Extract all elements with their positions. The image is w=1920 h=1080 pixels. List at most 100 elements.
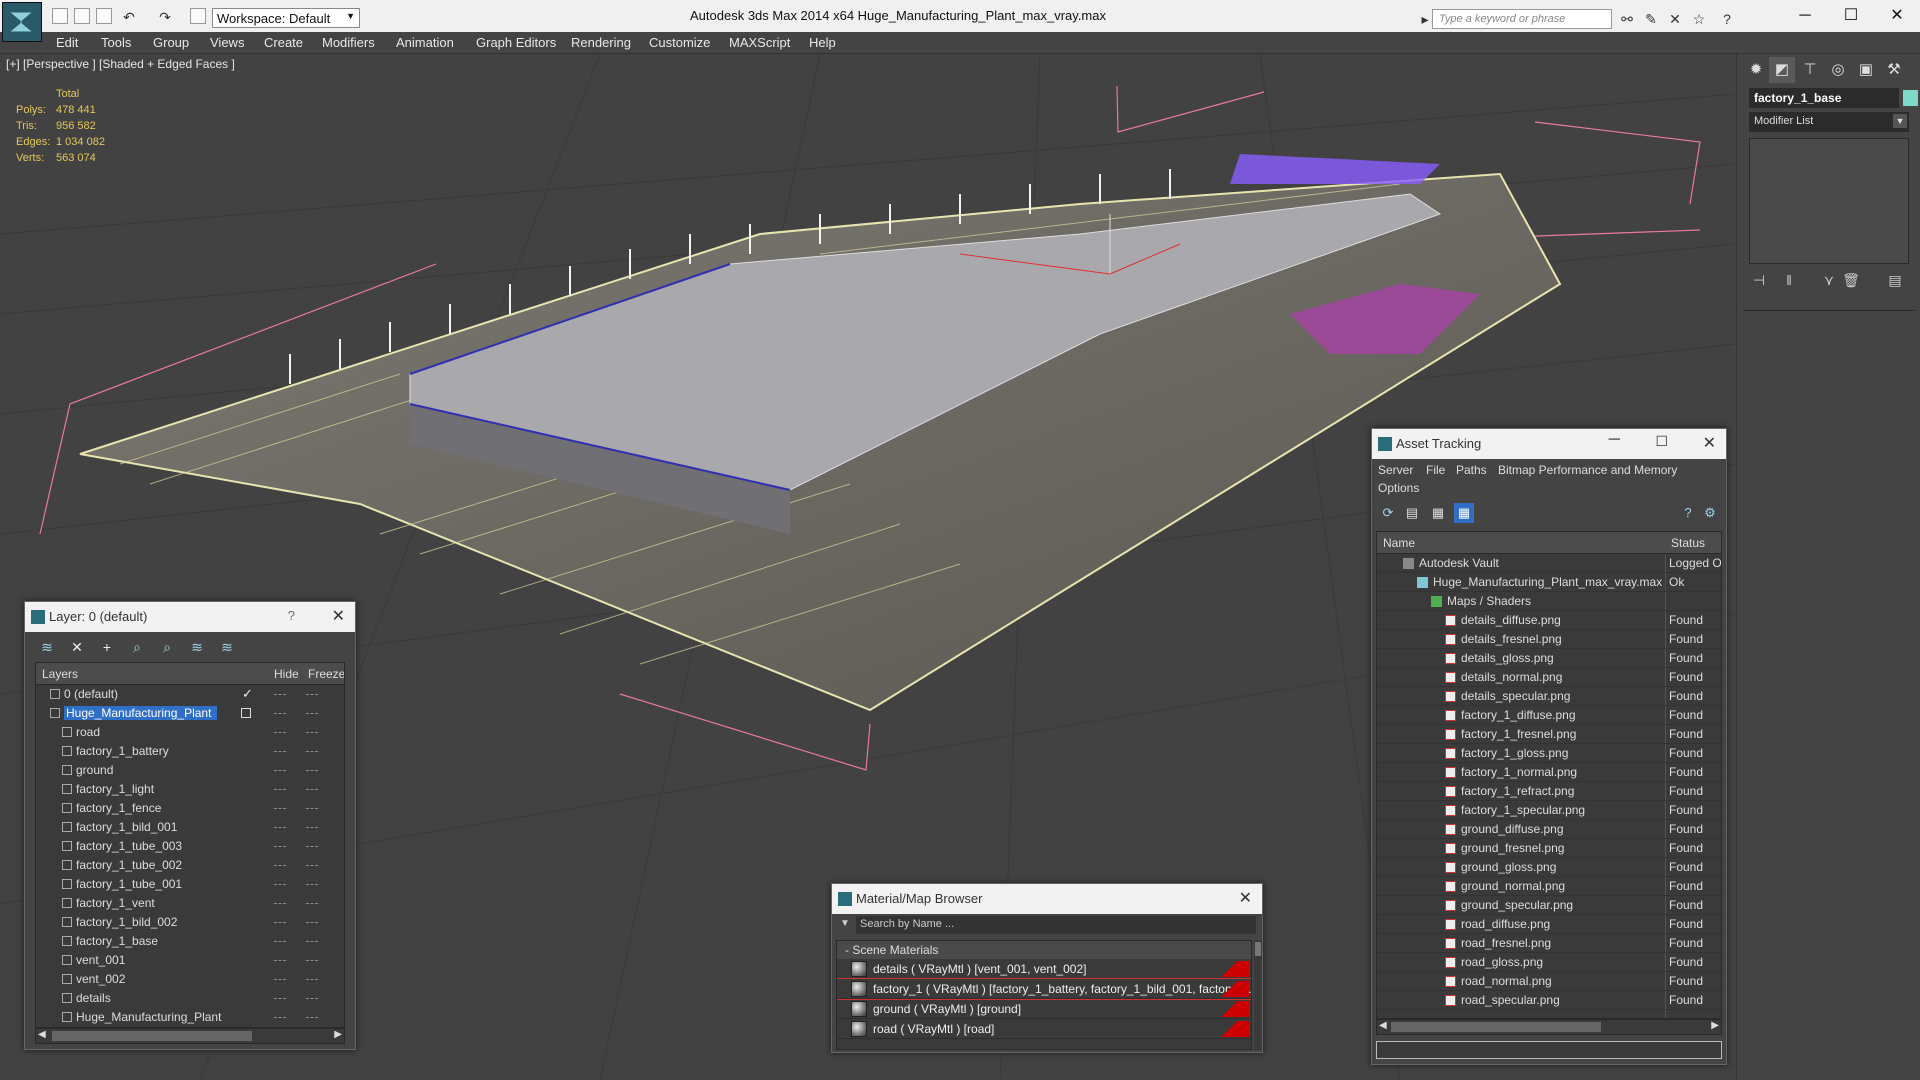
asset-menu-bitmap[interactable]: Bitmap Performance and Memory [1498, 463, 1677, 477]
hide-toggle[interactable] [274, 751, 286, 752]
freeze-toggle[interactable] [306, 751, 318, 752]
save-file-icon[interactable] [96, 8, 112, 24]
maximize-icon[interactable]: ☐ [1655, 433, 1668, 450]
col-layers[interactable]: Layers [42, 667, 78, 681]
current-layer-check-icon[interactable]: ✓ [242, 686, 253, 702]
col-status[interactable]: Status [1671, 536, 1705, 550]
pin-stack-icon[interactable]: ⊣ [1749, 270, 1769, 290]
menu-modifiers[interactable]: Modifiers [322, 35, 375, 50]
freeze-toggle[interactable] [306, 941, 318, 942]
create-tab-icon[interactable]: ✹ [1743, 57, 1769, 83]
material-row[interactable]: details ( VRayMtl ) [vent_001, vent_002] [837, 959, 1251, 979]
menu-help[interactable]: Help [809, 35, 836, 50]
utilities-tab-icon[interactable]: ⚒ [1881, 57, 1907, 83]
asset-hscrollbar[interactable]: ◀ ▶ [1376, 1019, 1722, 1035]
layer-row[interactable]: details [36, 989, 344, 1008]
freeze-toggle[interactable] [306, 998, 318, 999]
set-current-checkbox[interactable] [241, 708, 251, 718]
hierarchy-tab-icon[interactable]: ⊤ [1797, 57, 1823, 83]
asset-row[interactable]: details_gloss.png Found [1377, 649, 1721, 668]
modify-tab-icon[interactable]: ◩ [1769, 57, 1795, 83]
layer-name[interactable]: details [76, 991, 111, 1005]
remove-modifier-icon[interactable]: 🗑 [1841, 270, 1861, 290]
asset-menu-file[interactable]: File [1426, 463, 1445, 477]
material-row[interactable]: factory_1 ( VRayMtl ) [factory_1_battery… [837, 978, 1251, 1000]
layer-row[interactable]: vent_001 [36, 951, 344, 970]
asset-row[interactable]: ground_normal.png Found [1377, 877, 1721, 896]
create-layer-icon[interactable]: ≋ [37, 637, 57, 657]
add-to-layer-icon[interactable]: + [97, 637, 117, 657]
hide-toggle[interactable] [274, 713, 286, 714]
freeze-toggle[interactable] [306, 808, 318, 809]
asset-row[interactable]: ground_specular.png Found [1377, 896, 1721, 915]
open-file-icon[interactable] [74, 8, 90, 24]
hide-toggle[interactable] [274, 865, 286, 866]
menu-animation[interactable]: Animation [396, 35, 454, 50]
asset-row[interactable]: details_diffuse.png Found [1377, 611, 1721, 630]
asset-row[interactable]: road_normal.png Found [1377, 972, 1721, 991]
options-arrow-icon[interactable]: ▼ [840, 918, 850, 929]
minimize-button[interactable]: ─ [1782, 4, 1828, 28]
layer-row[interactable]: factory_1_battery [36, 742, 344, 761]
scroll-thumb[interactable] [1255, 942, 1261, 956]
object-color-swatch[interactable] [1903, 90, 1918, 106]
layer-window-titlebar[interactable]: Layer: 0 (default) ? ✕ [25, 602, 355, 632]
layer-hscrollbar[interactable]: ◀ ▶ [35, 1028, 345, 1044]
freeze-toggle[interactable] [306, 694, 318, 695]
help-icon[interactable]: ? [288, 608, 295, 623]
material-vscrollbar[interactable] [1254, 940, 1262, 1050]
make-unique-icon[interactable]: ⋎ [1819, 270, 1839, 290]
help-icon[interactable]: ? [1718, 10, 1736, 28]
hide-toggle[interactable] [274, 827, 286, 828]
hide-toggle[interactable] [274, 979, 286, 980]
freeze-toggle[interactable] [306, 846, 318, 847]
layer-row[interactable]: 0 (default) ✓ [36, 685, 344, 704]
settings-icon[interactable]: ⚙ [1700, 503, 1720, 523]
layer-name[interactable]: factory_1_bild_001 [76, 820, 177, 834]
hide-toggle[interactable] [274, 960, 286, 961]
asset-row[interactable]: factory_1_refract.png Found [1377, 782, 1721, 801]
delete-layer-icon[interactable]: ✕ [67, 637, 87, 657]
asset-row[interactable]: road_specular.png Found [1377, 991, 1721, 1010]
asset-row[interactable]: road_diffuse.png Found [1377, 915, 1721, 934]
menu-edit[interactable]: Edit [56, 35, 78, 50]
layer-row[interactable]: factory_1_tube_002 [36, 856, 344, 875]
layer-name[interactable]: factory_1_tube_003 [76, 839, 182, 853]
menu-rendering[interactable]: Rendering [571, 35, 631, 50]
hide-toggle[interactable] [274, 884, 286, 885]
motion-tab-icon[interactable]: ◎ [1825, 57, 1851, 83]
layer-row[interactable]: vent_002 [36, 970, 344, 989]
maximize-button[interactable]: ☐ [1828, 4, 1874, 28]
minimize-icon[interactable]: ─ [1609, 431, 1620, 449]
close-icon[interactable]: ✕ [332, 606, 345, 626]
freeze-toggle[interactable] [306, 884, 318, 885]
layer-row[interactable]: factory_1_fence [36, 799, 344, 818]
hide-toggle[interactable] [274, 1017, 286, 1018]
workspace-dropdown[interactable]: Workspace: Default ▼ [212, 8, 360, 28]
freeze-toggle[interactable] [306, 713, 318, 714]
col-freeze[interactable]: Freeze [308, 667, 344, 681]
favorites-star-icon[interactable]: ☆ [1690, 10, 1708, 28]
hide-toggle[interactable] [274, 808, 286, 809]
layer-row[interactable]: road [36, 723, 344, 742]
scene-materials-group[interactable]: - Scene Materials [837, 941, 1251, 959]
layer-name[interactable]: factory_1_base [76, 934, 158, 948]
layer-row[interactable]: factory_1_bild_001 [36, 818, 344, 837]
asset-row[interactable]: factory_1_gloss.png Found [1377, 744, 1721, 763]
layer-name[interactable]: road [76, 725, 100, 739]
hide-toggle[interactable] [274, 770, 286, 771]
col-name[interactable]: Name [1383, 536, 1415, 550]
asset-row[interactable]: factory_1_normal.png Found [1377, 763, 1721, 782]
configure-sets-icon[interactable]: ▤ [1885, 270, 1905, 290]
app-logo-icon[interactable] [2, 2, 42, 42]
layer-row[interactable]: factory_1_light [36, 780, 344, 799]
asset-window-titlebar[interactable]: Asset Tracking ─ ☐ ✕ [1372, 429, 1726, 459]
layer-row[interactable]: ground [36, 761, 344, 780]
hide-toggle[interactable] [274, 941, 286, 942]
binoculars-icon[interactable]: ⚯ [1618, 10, 1636, 28]
asset-row[interactable]: Autodesk Vault Logged Out [1377, 554, 1721, 573]
asset-row[interactable]: details_normal.png Found [1377, 668, 1721, 687]
asset-row[interactable]: ground_fresnel.png Found [1377, 839, 1721, 858]
freeze-toggle[interactable] [306, 922, 318, 923]
scroll-right-icon[interactable]: ▶ [1711, 1020, 1719, 1031]
